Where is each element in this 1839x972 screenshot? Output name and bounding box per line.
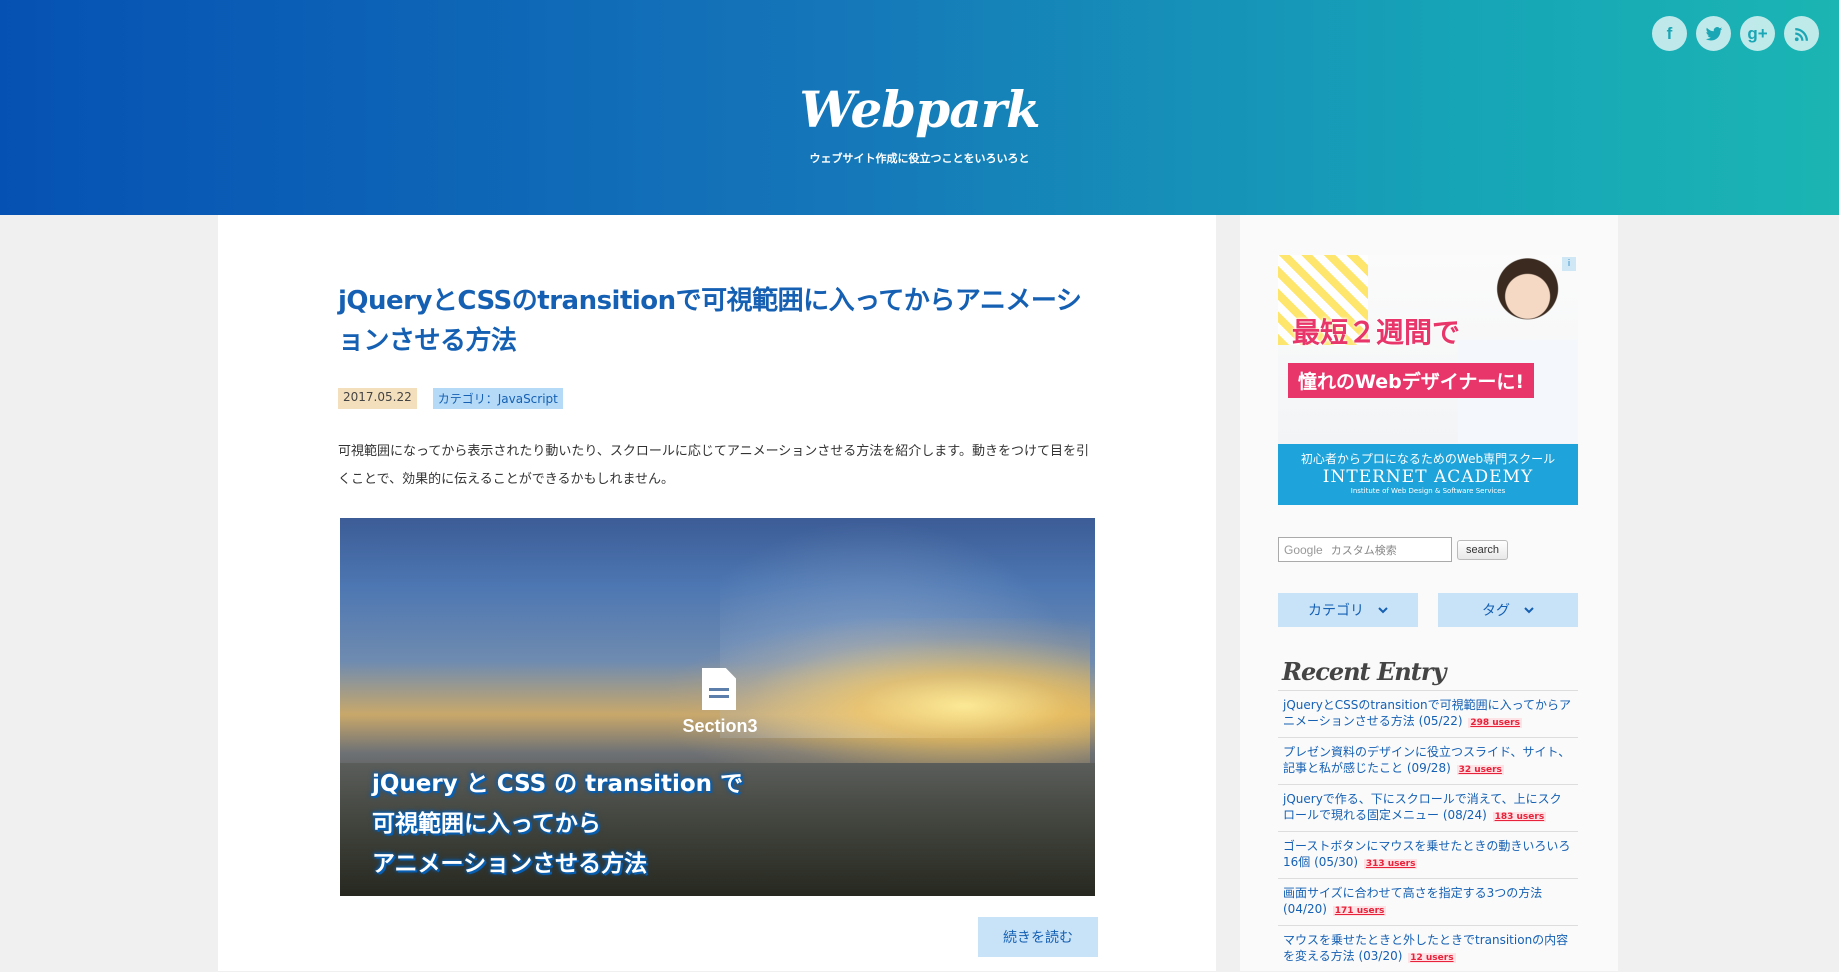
tag-dropdown[interactable]: タグ <box>1438 593 1578 627</box>
ad-footer-tagline: 初心者からプロになるためのWeb専門スクール <box>1300 452 1556 466</box>
recent-entry-list: jQueryとCSSのtransitionで可視範囲に入ってからアニメーションさ… <box>1278 690 1578 972</box>
ad-person-image <box>1458 255 1578 443</box>
list-item[interactable]: プレゼン資料のデザインに役立つスライド、サイト、記事と私が感じたこと (09/2… <box>1278 737 1578 784</box>
rss-icon[interactable] <box>1784 16 1819 51</box>
thumbnail-caption-line: 可視範囲に入ってから <box>372 811 601 837</box>
list-item[interactable]: ゴーストボタンにマウスを乗せたときの動きいろいろ16個 (05/30) 313 … <box>1278 831 1578 878</box>
facebook-icon[interactable]: f <box>1652 16 1687 51</box>
hatena-users-badge[interactable]: 32 users <box>1456 765 1504 775</box>
entry-title[interactable]: プレゼン資料のデザインに役立つスライド、サイト、記事と私が感じたこと (09/2… <box>1283 745 1570 775</box>
thumbnail-caption-line: jQuery と CSS の transition で <box>372 771 744 797</box>
sidebar: i 最短２週間で 憧れのWebデザイナーに! 初心者からプロになるためのWeb専… <box>1240 215 1618 971</box>
ad-info-icon[interactable]: i <box>1562 257 1576 271</box>
site-header: f g+ Webpark ウェブサイト作成に役立つことをいろいろと <box>0 0 1839 215</box>
dropdown-label: タグ <box>1482 603 1510 619</box>
ad-footer-brand: INTERNET ACADEMY <box>1322 467 1534 487</box>
entry-title[interactable]: 画面サイズに合わせて高さを指定する3つの方法 (04/20) <box>1283 886 1542 916</box>
chevron-down-icon <box>1378 607 1388 614</box>
list-item[interactable]: 画面サイズに合わせて高さを指定する3つの方法 (04/20) 171 users <box>1278 878 1578 925</box>
post-category[interactable]: カテゴリ：JavaScript <box>432 388 563 409</box>
ad-banner[interactable]: i 最短２週間で 憧れのWebデザイナーに! 初心者からプロになるためのWeb専… <box>1278 255 1578 505</box>
ad-subheadline: 憧れのWebデザイナーに! <box>1288 363 1535 398</box>
hatena-users-badge[interactable]: 171 users <box>1332 906 1387 916</box>
site-title[interactable]: Webpark <box>0 80 1839 139</box>
chevron-down-icon <box>1524 607 1534 614</box>
entry-title[interactable]: jQueryとCSSのtransitionで可視範囲に入ってからアニメーションさ… <box>1283 698 1571 728</box>
list-item[interactable]: jQueryで作る、下にスクロールで消えて、上にスクロールで現れる固定メニュー … <box>1278 784 1578 831</box>
thumbnail-caption-line: アニメーションさせる方法 <box>372 851 648 877</box>
post-date: 2017.05.22 <box>338 388 417 409</box>
social-links: f g+ <box>1652 16 1819 51</box>
recent-entry-heading: Recent Entry <box>1282 657 1446 686</box>
ad-footer: 初心者からプロになるためのWeb専門スクール INTERNET ACADEMY … <box>1278 444 1578 505</box>
thumbnail-caption: jQuery と CSS の transition で 可視範囲に入ってから ア… <box>372 764 743 884</box>
hatena-users-badge[interactable]: 298 users <box>1468 718 1522 728</box>
search-placeholder: カスタム検索 <box>1330 543 1397 557</box>
sidebar-dropdowns: カテゴリ タグ <box>1278 593 1578 627</box>
site-description: ウェブサイト作成に役立つことをいろいろと <box>809 152 1030 165</box>
main-content: jQueryとCSSのtransitionで可視範囲に入ってからアニメーションさ… <box>218 215 1216 971</box>
search-button[interactable]: search <box>1457 539 1509 560</box>
hatena-users-badge[interactable]: 183 users <box>1492 812 1547 822</box>
dropdown-label: カテゴリ <box>1308 603 1364 619</box>
post-excerpt: 可視範囲になってから表示されたり動いたり、スクロールに応じてアニメーションさせる… <box>338 444 1090 487</box>
twitter-icon[interactable] <box>1696 16 1731 51</box>
hatena-users-badge[interactable]: 313 users <box>1363 859 1418 869</box>
document-icon <box>702 668 736 710</box>
search-form: Google カスタム検索 search <box>1278 537 1509 562</box>
post-title[interactable]: jQueryとCSSのtransitionで可視範囲に入ってからアニメーションさ… <box>338 281 1098 361</box>
category-dropdown[interactable]: カテゴリ <box>1278 593 1418 627</box>
list-item[interactable]: jQueryとCSSのtransitionで可視範囲に入ってからアニメーションさ… <box>1278 690 1578 737</box>
read-more-button[interactable]: 続きを読む <box>978 917 1098 957</box>
search-input[interactable]: Google カスタム検索 <box>1278 537 1452 562</box>
ad-headline: 最短２週間で <box>1292 316 1461 349</box>
thumbnail-section-label: Section3 <box>682 716 758 736</box>
hatena-users-badge[interactable]: 12 users <box>1408 953 1456 963</box>
list-item[interactable]: マウスを乗せたときと外したときでtransitionの内容を変える方法 (03/… <box>1278 925 1578 972</box>
google-plus-icon[interactable]: g+ <box>1740 16 1775 51</box>
entry-title[interactable]: ゴーストボタンにマウスを乗せたときの動きいろいろ16個 (05/30) <box>1283 839 1570 869</box>
post-meta: 2017.05.22 カテゴリ：JavaScript <box>338 388 563 409</box>
post-thumbnail[interactable]: Section3 jQuery と CSS の transition で 可視範… <box>340 518 1095 896</box>
ad-footer-sub: Institute of Web Design & Software Servi… <box>1350 487 1506 495</box>
google-label: Google <box>1284 542 1323 557</box>
